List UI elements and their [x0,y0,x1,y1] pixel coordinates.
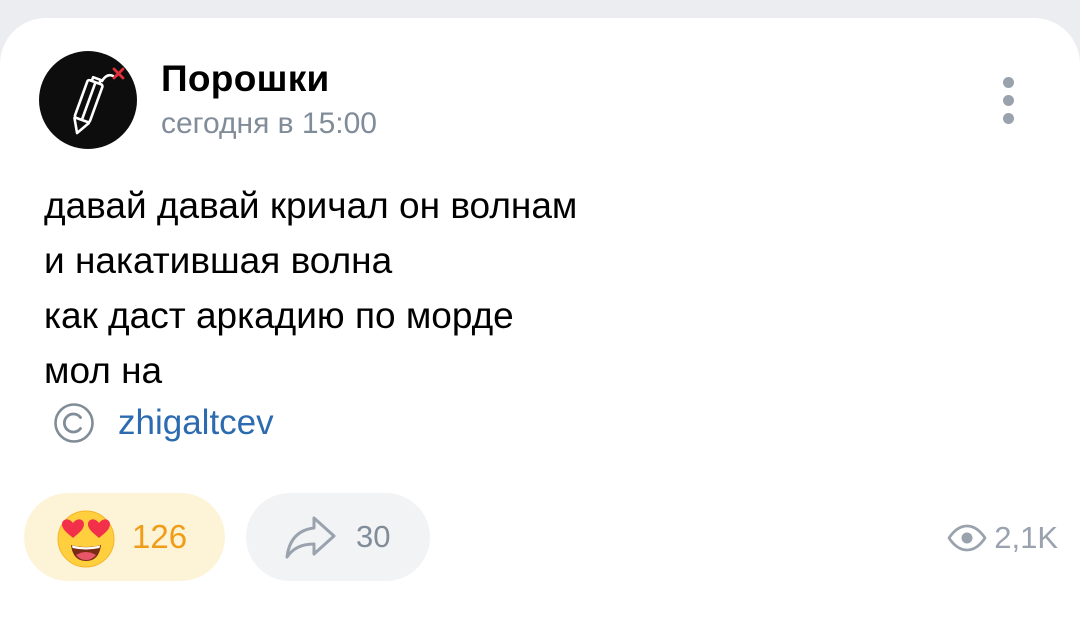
post-card: Порошки сегодня в 15:00 давай давай крич… [0,18,1080,618]
post-text-line: как даст аркадию по морде [44,295,514,336]
views-counter: 2,1K [946,520,1058,556]
copyright-author-link[interactable]: zhigaltcev [118,403,274,443]
post-text-line: мол на [44,350,163,391]
post-text: давай давай кричал он волнам и накативша… [44,178,577,398]
heart-eyes-emoji-icon [57,510,115,568]
pencil-dynamite-logo-icon [73,67,125,135]
more-vertical-icon [1002,76,1014,88]
post-text-line: и накатившая волна [44,240,393,281]
more-vertical-icon-dot [1002,94,1014,106]
copyright-row: zhigaltcev [52,401,274,445]
post-text-line: давай давай кричал он волнам [44,185,578,226]
share-count: 30 [356,519,391,554]
views-count: 2,1K [994,520,1058,555]
copyright-icon [54,403,94,443]
avatar[interactable] [39,51,137,149]
reaction-button[interactable]: 126 [24,493,225,581]
more-vertical-icon-dot [1002,112,1014,124]
post-author[interactable]: Порошки [161,58,330,100]
share-button[interactable]: 30 [246,493,430,581]
reaction-count: 126 [132,518,188,555]
more-options-button[interactable] [986,70,1030,130]
share-arrow-icon [285,516,336,559]
post-time: сегодня в 15:00 [161,107,377,140]
eye-icon [947,524,987,552]
